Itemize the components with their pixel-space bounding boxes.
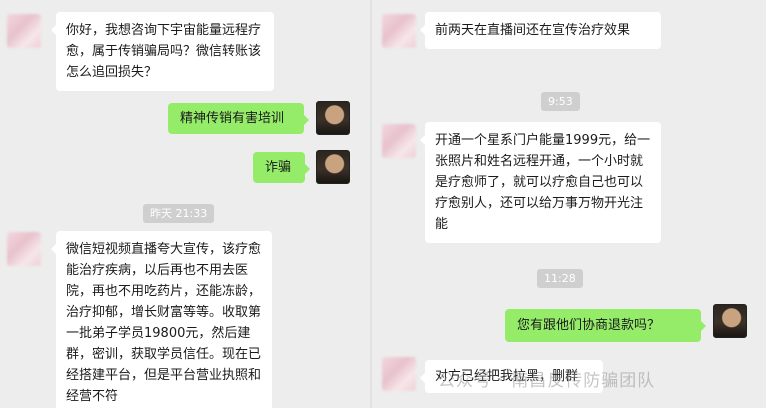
contact-avatar[interactable] bbox=[382, 357, 416, 391]
contact-avatar[interactable] bbox=[7, 14, 41, 48]
message-bubble-incoming[interactable]: 你好，我想咨询下宇宙能量远程疗愈，属于传销骗局吗？微信转账该怎么追回损失？ bbox=[51, 12, 274, 91]
message-bubble-incoming[interactable]: 微信短视频直播夸大宣传，该疗愈能治疗疾病，以后再也不用去医院，再也不用吃药片，还… bbox=[51, 231, 272, 408]
watermark: 公众号 · 南昌反传防骗团队 bbox=[438, 371, 656, 391]
left-chat-panel: 你好，我想咨询下宇宙能量远程疗愈，属于传销骗局吗？微信转账该怎么追回损失？ 精神… bbox=[0, 0, 372, 408]
timestamp: 9:53 bbox=[541, 92, 580, 111]
message-bubble-incoming[interactable]: 开通一个星系门户能量1999元，给一张照片和姓名远程开通，一个小时就是疗愈师了，… bbox=[420, 122, 661, 243]
contact-avatar[interactable] bbox=[7, 232, 41, 266]
message-bubble-outgoing[interactable]: 精神传销有害培训 bbox=[168, 103, 309, 134]
timestamp: 昨天 21:33 bbox=[143, 204, 215, 223]
message-bubble-outgoing[interactable]: 诈骗 bbox=[253, 152, 310, 183]
message-bubble-incoming[interactable]: 前两天在直播间还在宣传治疗效果 bbox=[420, 12, 661, 49]
user-avatar[interactable] bbox=[316, 150, 350, 184]
user-avatar[interactable] bbox=[316, 101, 350, 135]
contact-avatar[interactable] bbox=[382, 124, 416, 158]
message-bubble-outgoing[interactable]: 您有跟他们协商退款吗？ bbox=[505, 309, 706, 342]
contact-avatar[interactable] bbox=[382, 14, 416, 48]
right-chat-panel: 前两天在直播间还在宣传治疗效果 9:53 开通一个星系门户能量1999元，给一张… bbox=[372, 0, 766, 408]
user-avatar[interactable] bbox=[713, 304, 747, 338]
timestamp: 11:28 bbox=[537, 269, 583, 288]
